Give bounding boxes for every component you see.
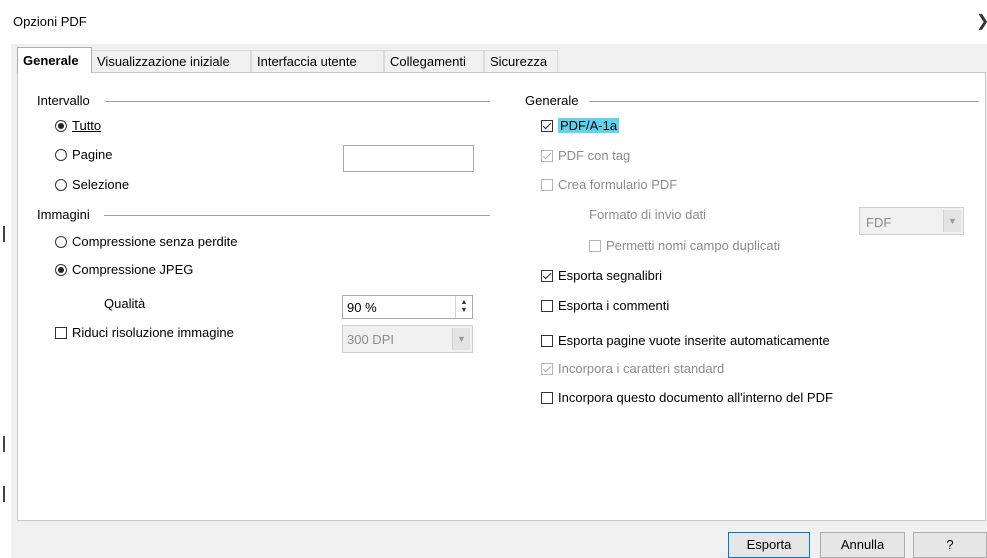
spin-down-icon[interactable]: ▼ xyxy=(461,307,468,315)
tab-collegamenti[interactable]: Collegamenti xyxy=(384,50,484,72)
checkbox-esporta-pagine-vuote[interactable]: Esporta pagine vuote inserite automatica… xyxy=(541,333,830,348)
checkbox-label: Incorpora i caratteri standard xyxy=(558,361,725,376)
edge-mark xyxy=(3,226,5,242)
checkbox-label: Esporta pagine vuote inserite automatica… xyxy=(558,333,830,348)
checkbox-label: Incorpora questo documento all'interno d… xyxy=(558,390,833,405)
checkbox-label: Riduci risoluzione immagine xyxy=(72,325,234,340)
formato-select[interactable]: FDF ▼ xyxy=(859,207,964,235)
checkbox-incorpora-caratteri[interactable]: Incorpora i caratteri standard xyxy=(541,361,724,376)
radio-label: Tutto xyxy=(72,118,102,133)
checkbox-esporta-commenti[interactable]: Esporta i commenti xyxy=(541,298,669,313)
checkbox[interactable] xyxy=(541,149,553,162)
annulla-button[interactable]: Annulla xyxy=(820,532,905,558)
formato-label: Formato di invio dati xyxy=(589,207,707,222)
checkbox-label: PDF/A-1a xyxy=(558,118,620,133)
radio-compressione-senza-perdite[interactable]: Compressione senza perdite xyxy=(55,234,237,249)
radio-button[interactable] xyxy=(55,235,67,248)
qualita-value: 90 % xyxy=(347,300,377,315)
checkbox-incorpora-documento[interactable]: Incorpora questo documento all'interno d… xyxy=(541,390,833,405)
checkbox-riduci-risoluzione[interactable]: Riduci risoluzione immagine xyxy=(55,325,234,340)
spin-up-icon[interactable]: ▲ xyxy=(461,299,468,307)
checkbox-label: Esporta i commenti xyxy=(558,298,670,313)
radio-tutto[interactable]: Tutto xyxy=(55,118,101,133)
radio-label: Compressione senza perdite xyxy=(72,234,238,249)
radio-button[interactable] xyxy=(55,148,67,161)
dpi-select[interactable]: 300 DPI ▼ xyxy=(342,325,473,353)
chevron-down-icon[interactable]: ▼ xyxy=(452,328,470,350)
pagine-input[interactable] xyxy=(343,145,474,172)
intervallo-title: Intervallo xyxy=(37,93,90,108)
checkbox[interactable] xyxy=(541,391,553,404)
edge-mark xyxy=(3,486,5,502)
separator xyxy=(104,215,490,216)
checkbox-permetti-duplicati[interactable]: Permetti nomi campo duplicati xyxy=(589,238,780,253)
tab-visualizzazione-iniziale[interactable]: Visualizzazione iniziale xyxy=(91,50,251,72)
dpi-value: 300 DPI xyxy=(347,332,394,347)
radio-label: Pagine xyxy=(72,147,113,162)
esporta-button[interactable]: Esporta xyxy=(728,532,810,558)
chevron-down-icon[interactable]: ▼ xyxy=(943,210,961,232)
checkbox[interactable] xyxy=(541,269,553,282)
checkbox-pdfa[interactable]: PDF/A-1a xyxy=(541,118,620,133)
checkbox[interactable] xyxy=(541,178,553,191)
checkbox-label: Crea formulario PDF xyxy=(558,177,678,192)
radio-button[interactable] xyxy=(55,119,67,132)
radio-pagine[interactable]: Pagine xyxy=(55,147,112,162)
checkbox[interactable] xyxy=(541,362,553,375)
tab-generale[interactable]: Generale xyxy=(17,47,92,73)
generale-title: Generale xyxy=(525,93,579,108)
formato-value: FDF xyxy=(866,215,892,230)
checkbox-crea-formulario[interactable]: Crea formulario PDF xyxy=(541,177,677,192)
tab-panel xyxy=(17,72,986,521)
checkbox[interactable] xyxy=(541,119,553,132)
edge-mark xyxy=(3,436,5,452)
window-title: Opzioni PDF xyxy=(13,14,87,29)
left-edge xyxy=(0,0,11,558)
help-button[interactable]: ? xyxy=(913,532,987,558)
checkbox-label: Permetti nomi campo duplicati xyxy=(606,238,781,253)
checkbox[interactable] xyxy=(541,334,553,347)
radio-compressione-jpeg[interactable]: Compressione JPEG xyxy=(55,262,193,277)
radio-label: Compressione JPEG xyxy=(72,262,194,277)
tab-interfaccia-utente[interactable]: Interfaccia utente xyxy=(251,50,384,72)
immagini-title: Immagini xyxy=(37,207,90,222)
checkbox-label: Esporta segnalibri xyxy=(558,268,663,283)
radio-button[interactable] xyxy=(55,178,67,191)
spin-buttons[interactable]: ▲ ▼ xyxy=(455,296,472,318)
close-icon[interactable]: ❯ xyxy=(976,11,987,31)
checkbox-pdf-con-tag[interactable]: PDF con tag xyxy=(541,148,630,163)
checkbox-label: PDF con tag xyxy=(558,148,631,163)
checkbox[interactable] xyxy=(589,239,601,252)
checkbox[interactable] xyxy=(541,299,553,312)
checkbox[interactable] xyxy=(55,326,67,339)
qualita-spinbox[interactable]: 90 % ▲ ▼ xyxy=(342,295,473,319)
separator xyxy=(105,101,490,102)
radio-selezione[interactable]: Selezione xyxy=(55,177,129,192)
checkbox-esporta-segnalibri[interactable]: Esporta segnalibri xyxy=(541,268,662,283)
separator xyxy=(589,101,979,102)
radio-label: Selezione xyxy=(72,177,130,192)
tab-sicurezza[interactable]: Sicurezza xyxy=(484,50,558,72)
qualita-label: Qualità xyxy=(104,296,146,311)
radio-button[interactable] xyxy=(55,263,67,276)
